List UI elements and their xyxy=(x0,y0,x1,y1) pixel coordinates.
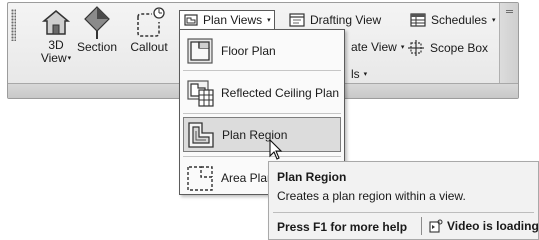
menu-item-plan-region[interactable]: Plan Region xyxy=(183,117,341,152)
floor-plan-icon xyxy=(187,37,213,64)
reflected-ceiling-plan-icon xyxy=(187,79,214,107)
plan-views-button[interactable]: Plan Views ▾ xyxy=(179,10,275,30)
callout-icon xyxy=(137,7,165,37)
menu-item-label: Reflected Ceiling Plan xyxy=(221,85,340,100)
schedules-dropdown-arrow-icon[interactable]: ▾ xyxy=(492,16,496,24)
3d-view-dropdown-arrow-icon[interactable]: ▾ xyxy=(68,55,72,62)
plan-views-label: Plan Views xyxy=(203,13,263,27)
menu-divider xyxy=(183,113,341,114)
tooltip-separator xyxy=(273,212,534,213)
panel-menu-icon[interactable] xyxy=(506,10,513,11)
menu-divider xyxy=(183,70,341,71)
drafting-view-icon xyxy=(289,13,305,27)
scope-box-icon xyxy=(408,40,424,56)
duplicate-view-button[interactable]: ate View ▾ xyxy=(351,40,404,54)
legends-button[interactable]: ls ▾ xyxy=(351,67,367,81)
tooltip-video-link[interactable]: Video is loading... xyxy=(429,219,539,233)
3d-view-button[interactable]: 3D View▾ xyxy=(38,3,74,65)
menu-item-floor-plan[interactable]: Floor Plan xyxy=(183,33,341,68)
schedules-label: Schedules xyxy=(431,13,488,27)
menu-item-reflected-ceiling-plan[interactable]: Reflected Ceiling Plan xyxy=(183,75,341,110)
3d-view-house-icon xyxy=(41,10,71,35)
tooltip-divider xyxy=(421,217,422,235)
section-icon xyxy=(84,6,110,39)
area-plan-icon xyxy=(187,165,213,191)
video-icon xyxy=(429,219,443,233)
3d-view-label-line2: View xyxy=(40,51,67,65)
legends-dropdown-arrow-icon[interactable]: ▾ xyxy=(364,70,368,78)
scope-box-button[interactable]: Scope Box xyxy=(407,40,488,56)
callout-label: Callout xyxy=(130,40,168,54)
callout-button[interactable]: Callout xyxy=(126,3,172,54)
schedules-button[interactable]: Schedules ▾ xyxy=(410,13,496,27)
plan-region-tooltip: Plan Region Creates a plan region within… xyxy=(268,161,539,240)
tooltip-video-label: Video is loading... xyxy=(447,219,539,233)
tooltip-help-text: Press F1 for more help xyxy=(277,220,408,234)
duplicate-view-dropdown-arrow-icon[interactable]: ▾ xyxy=(401,43,405,51)
mouse-cursor-icon xyxy=(269,139,283,160)
drafting-view-button[interactable]: Drafting View xyxy=(289,13,381,27)
plan-region-icon xyxy=(188,121,214,148)
section-button[interactable]: Section xyxy=(74,3,120,54)
menu-item-label: Floor Plan xyxy=(221,43,276,58)
menu-item-label: Area Plan xyxy=(221,170,274,185)
duplicate-view-label: ate View xyxy=(351,40,397,54)
tooltip-description: Creates a plan region within a view. xyxy=(277,189,466,203)
plan-views-dropdown-arrow-icon: ▾ xyxy=(267,17,271,24)
plan-views-icon xyxy=(184,14,198,26)
panel-grip-handle[interactable] xyxy=(11,9,16,41)
schedules-icon xyxy=(410,13,426,27)
legends-label: ls xyxy=(351,67,360,81)
tooltip-title: Plan Region xyxy=(277,170,347,184)
section-label: Section xyxy=(76,40,118,54)
drafting-view-label: Drafting View xyxy=(310,13,382,27)
menu-divider xyxy=(183,156,341,157)
scope-box-label: Scope Box xyxy=(430,41,489,55)
